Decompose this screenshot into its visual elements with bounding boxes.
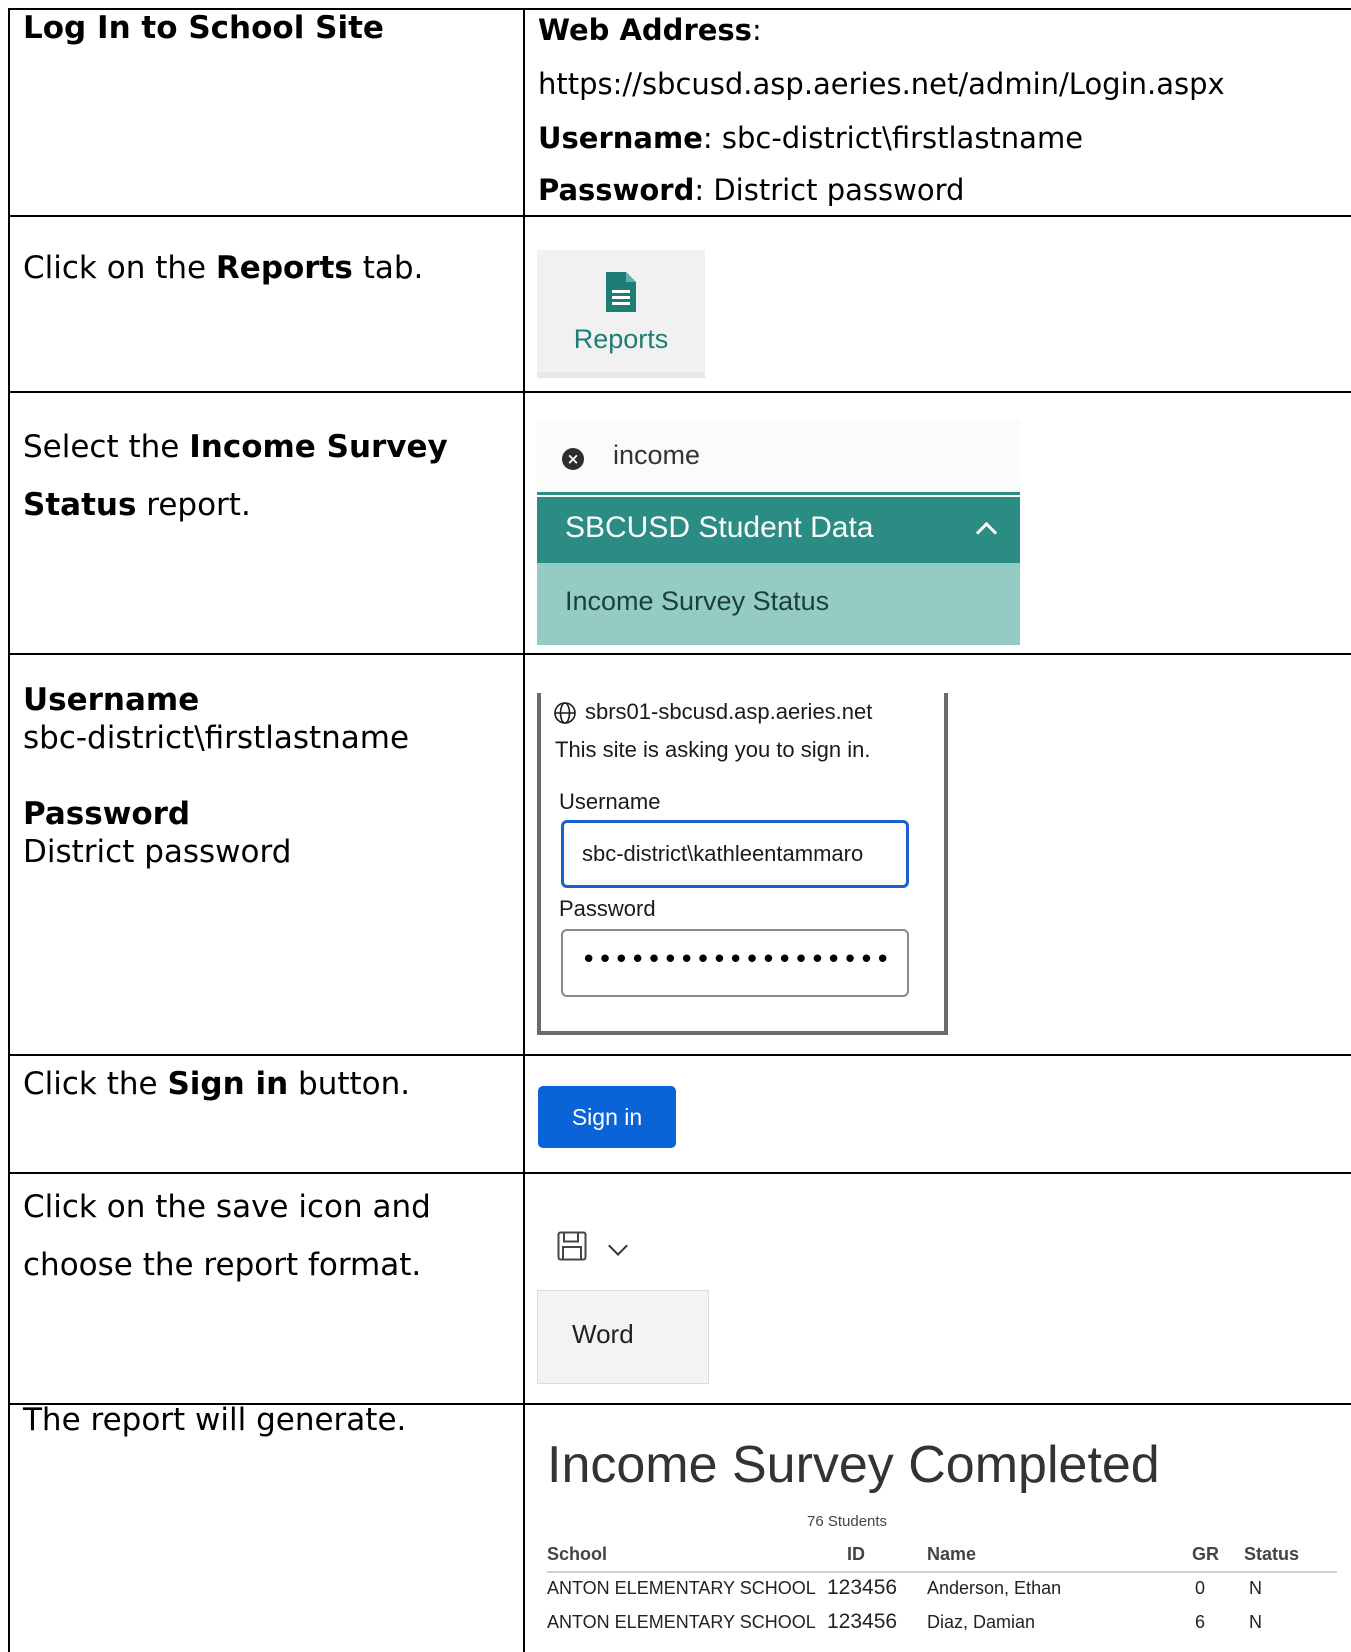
row-divider [8,1172,1351,1174]
login-heading: Log In to School Site [23,10,384,46]
dialog-message: This site is asking you to sign in. [555,737,871,762]
report-list-item[interactable]: Income Survey Status [537,563,1020,645]
step-select-report-text: Select the Income Survey Status report. [23,429,448,523]
cell-status: N [1249,1612,1262,1632]
dialog-host: sbrs01-sbcusd.asp.aeries.net [585,699,873,724]
web-address-colon: : [751,13,762,47]
clear-search-icon[interactable]: × [562,448,584,470]
report-name-part2: Status [23,487,137,523]
password-value: : District password [694,173,965,207]
report-preview: Income Survey Completed 76 Students Scho… [537,1435,1337,1645]
dialog-username-input[interactable]: sbc-district\kathleentammaro [561,820,909,888]
sign-in-emphasis: Sign in [167,1066,289,1102]
report-header-row: School ID Name GR Status [547,1539,1337,1573]
table-border-left [8,8,10,1652]
cell-school: ANTON ELEMENTARY SCHOOL [547,1612,816,1632]
cell-name: Diaz, Damian [927,1612,1036,1632]
credential-username-label: Username [23,682,200,718]
column-header: Status [1244,1544,1300,1564]
credential-username-value: sbc-district\firstlastname [23,720,410,756]
table-row: ANTON ELEMENTARY SCHOOL 123456 Diaz, Dam… [547,1607,1337,1639]
cell-id: 123456 [827,1610,898,1633]
column-divider [523,8,525,1652]
dialog-username-value: sbc-district\kathleentammaro [582,841,864,866]
report-name-part1: Income Survey [189,429,448,465]
step-sign-in-text: Click the Sign in button. [23,1066,411,1102]
save-icon [557,1231,587,1261]
search-query: income [613,440,701,470]
document-icon [606,272,636,312]
password-label: Password [538,173,695,207]
dialog-username-label: Username [559,789,661,814]
reports-emphasis: Reports [215,250,353,286]
column-header: School [547,1544,608,1564]
reports-tab-label: Reports [573,324,669,354]
dialog-password-label: Password [559,896,656,921]
column-header: Name [927,1544,977,1564]
credential-password-value: District password [23,834,292,870]
cell-status: N [1249,1578,1262,1598]
cell-name: Anderson, Ethan [927,1578,1062,1598]
step-save-text: Click on the save icon and choose the re… [23,1178,431,1294]
row-divider [8,391,1351,393]
username-label: Username [538,121,703,155]
step-generate-text: The report will generate. [23,1402,407,1438]
step-reports-text: Click on the Reports tab. [23,250,424,286]
chevron-up-icon [975,521,998,544]
credential-password-label: Password [23,796,191,832]
web-address-label: Web Address [538,13,752,47]
cell-grade: 0 [1195,1578,1206,1598]
sign-in-button[interactable]: Sign in [538,1086,676,1148]
row-divider [8,653,1351,655]
cell-id: 123456 [827,1576,898,1599]
username-value: : sbc-district\firstlastname [702,121,1084,155]
sign-in-dialog: sbrs01-sbcusd.asp.aeries.net This site i… [537,693,948,1035]
login-url: https://sbcusd.asp.aeries.net/admin/Logi… [538,67,1225,101]
row-divider [8,1054,1351,1056]
cell-school: ANTON ELEMENTARY SCHOOL [547,1578,816,1598]
step-save-line2: choose the report format. [23,1247,422,1283]
column-header: ID [847,1544,865,1564]
format-menu-word-label: Word [572,1319,634,1349]
cell-grade: 6 [1195,1612,1206,1632]
globe-icon [554,702,576,724]
table-row: ANTON ELEMENTARY SCHOOL 123456 Anderson,… [547,1573,1337,1605]
report-title: Income Survey Completed [547,1436,1160,1494]
row-divider [8,215,1351,217]
step-save-line1: Click on the save icon and [23,1189,431,1225]
report-group-header[interactable]: SBCUSD Student Data [537,497,1020,563]
format-menu-word[interactable]: Word [537,1290,709,1384]
report-search-panel: × income SBCUSD Student Data Income Surv… [537,420,1020,645]
column-header: GR [1192,1544,1219,1564]
report-search-input[interactable]: × income [537,420,1020,495]
report-item-label: Income Survey Status [565,586,830,616]
dialog-password-dots: ••••••••••••••••••• [581,945,892,975]
step-credentials-text: Username sbc-district\firstlastname Pass… [23,681,409,871]
reports-tab[interactable]: Reports [537,250,705,378]
report-count: 76 Students [807,1513,888,1530]
dialog-password-input[interactable]: ••••••••••••••••••• [561,929,909,997]
login-details: Web Address: https://sbcusd.asp.aeries.n… [538,10,1338,210]
report-group-title: SBCUSD Student Data [565,511,874,544]
